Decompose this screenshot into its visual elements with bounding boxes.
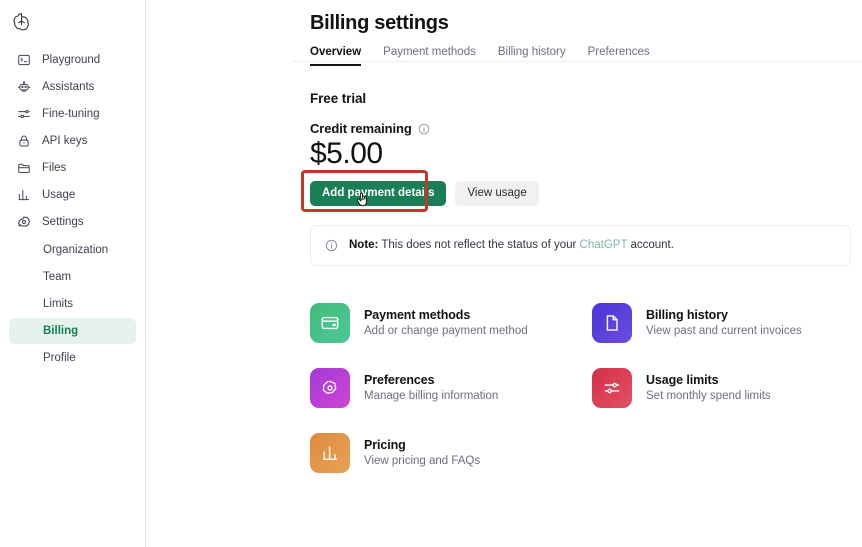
info-circle-icon[interactable]: [418, 123, 430, 135]
view-usage-button[interactable]: View usage: [455, 181, 538, 206]
card-subtitle: View past and current invoices: [646, 325, 802, 337]
document-icon: [602, 313, 622, 333]
assistants-robot-icon: [16, 79, 31, 94]
card-text: Pricing View pricing and FAQs: [364, 438, 480, 467]
tab-billing-history[interactable]: Billing history: [498, 46, 566, 66]
overview-panel: Free trial Credit remaining $5.00 Add pa…: [146, 91, 862, 485]
sidebar-item-playground[interactable]: Playground: [9, 46, 136, 73]
sidebar-item-api-keys[interactable]: API keys: [9, 127, 136, 154]
card-subtitle: Manage billing information: [364, 390, 498, 402]
playground-icon: [16, 52, 31, 67]
card-text: Payment methods Add or change payment me…: [364, 308, 528, 337]
sidebar-subitem-label: Organization: [43, 244, 108, 256]
page-title: Billing settings: [310, 0, 862, 35]
sliders-icon: [16, 106, 31, 121]
folder-icon: [16, 160, 31, 175]
card-icon-wrap: [310, 433, 350, 473]
card-billing-history[interactable]: Billing history View past and current in…: [592, 290, 862, 355]
sidebar-item-assistants[interactable]: Assistants: [9, 73, 136, 100]
sidebar-item-label: Fine-tuning: [42, 108, 100, 120]
brand-logo[interactable]: [0, 0, 145, 36]
card-title: Payment methods: [364, 308, 528, 322]
sidebar: Playground Assistants Fine-tuning: [0, 0, 146, 547]
sidebar-subitem-label: Limits: [43, 298, 73, 310]
sidebar-item-billing[interactable]: Billing: [9, 318, 136, 344]
card-subtitle: View pricing and FAQs: [364, 455, 480, 467]
card-usage-limits[interactable]: Usage limits Set monthly spend limits: [592, 355, 862, 420]
sidebar-item-usage[interactable]: Usage: [9, 181, 136, 208]
sidebar-item-organization[interactable]: Organization: [9, 237, 136, 263]
tab-bar: Overview Payment methods Billing history…: [310, 46, 862, 66]
card-icon-wrap: [310, 303, 350, 343]
openai-logo-icon: [11, 11, 145, 32]
tab-preferences[interactable]: Preferences: [588, 46, 650, 66]
card-text: Billing history View past and current in…: [646, 308, 802, 337]
add-payment-details-button[interactable]: Add payment details: [310, 181, 446, 206]
note-bold-prefix: Note:: [349, 239, 378, 251]
billing-actions: Add payment details View usage: [310, 181, 862, 206]
tab-overview[interactable]: Overview: [310, 46, 361, 66]
tab-divider: [292, 61, 862, 62]
lock-icon: [16, 133, 31, 148]
page-header: Billing settings Overview Payment method…: [146, 0, 862, 66]
card-title: Preferences: [364, 373, 498, 387]
sidebar-item-label: Files: [42, 162, 66, 174]
sidebar-item-label: Usage: [42, 189, 75, 201]
bar-chart-icon: [16, 187, 31, 202]
card-icon-wrap: [592, 303, 632, 343]
sidebar-item-settings[interactable]: Settings: [9, 208, 136, 235]
sidebar-item-label: Playground: [42, 54, 100, 66]
card-pricing[interactable]: Pricing View pricing and FAQs: [310, 420, 592, 485]
gear-icon: [16, 214, 31, 229]
credit-remaining-row: Credit remaining: [310, 121, 862, 136]
credit-remaining-label: Credit remaining: [310, 121, 412, 136]
card-title: Usage limits: [646, 373, 771, 387]
note-banner: Note: This does not reflect the status o…: [310, 225, 851, 267]
sidebar-item-files[interactable]: Files: [9, 154, 136, 181]
sidebar-subnav: Organization Team Limits Billing Profile: [0, 237, 145, 371]
card-subtitle: Add or change payment method: [364, 325, 528, 337]
sidebar-item-label: Assistants: [42, 81, 94, 93]
sidebar-subitem-label: Team: [43, 271, 71, 283]
card-title: Billing history: [646, 308, 802, 322]
note-text-after: account.: [627, 239, 674, 251]
card-payment-methods[interactable]: Payment methods Add or change payment me…: [310, 290, 592, 355]
app-root: Playground Assistants Fine-tuning: [0, 0, 862, 547]
bar-chart-icon: [320, 443, 340, 463]
credit-card-icon: [320, 313, 340, 333]
card-icon-wrap: [310, 368, 350, 408]
sidebar-item-label: API keys: [42, 135, 87, 147]
chatgpt-link[interactable]: ChatGPT: [580, 239, 628, 251]
main-content: Billing settings Overview Payment method…: [146, 0, 862, 547]
card-text: Usage limits Set monthly spend limits: [646, 373, 771, 402]
sidebar-nav: Playground Assistants Fine-tuning: [0, 36, 145, 371]
note-text-before: This does not reflect the status of your: [378, 239, 579, 251]
note-text: Note: This does not reflect the status o…: [349, 238, 674, 254]
info-circle-icon: [325, 239, 338, 252]
card-text: Preferences Manage billing information: [364, 373, 498, 402]
sliders-icon: [602, 378, 622, 398]
sidebar-subitem-label: Billing: [43, 325, 78, 337]
card-preferences[interactable]: Preferences Manage billing information: [310, 355, 592, 420]
sidebar-item-label: Settings: [42, 216, 84, 228]
sidebar-item-profile[interactable]: Profile: [9, 345, 136, 371]
sidebar-item-fine-tuning[interactable]: Fine-tuning: [9, 100, 136, 127]
card-icon-wrap: [592, 368, 632, 408]
card-title: Pricing: [364, 438, 480, 452]
free-trial-heading: Free trial: [310, 91, 862, 106]
tab-payment-methods[interactable]: Payment methods: [383, 46, 476, 66]
sidebar-item-team[interactable]: Team: [9, 264, 136, 290]
card-subtitle: Set monthly spend limits: [646, 390, 771, 402]
billing-cards-grid: Payment methods Add or change payment me…: [310, 290, 862, 485]
sidebar-item-limits[interactable]: Limits: [9, 291, 136, 317]
gear-badge-icon: [320, 378, 340, 398]
credit-amount: $5.00: [310, 137, 862, 172]
sidebar-subitem-label: Profile: [43, 352, 76, 364]
